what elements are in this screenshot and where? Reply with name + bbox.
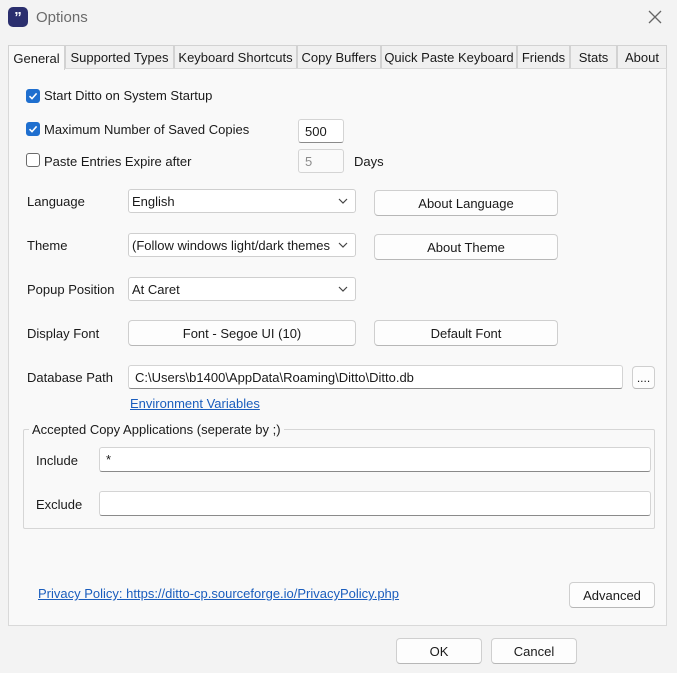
expire-label: Paste Entries Expire after (44, 154, 192, 169)
max-saved-label: Maximum Number of Saved Copies (44, 122, 250, 137)
ok-button[interactable]: OK (396, 638, 482, 664)
exclude-input[interactable] (99, 491, 651, 516)
default-font-button[interactable]: Default Font (374, 320, 558, 346)
start-on-startup-label: Start Ditto on System Startup (44, 88, 213, 103)
chevron-down-icon (338, 286, 348, 292)
advanced-button[interactable]: Advanced (569, 582, 655, 608)
font-button[interactable]: Font - Segoe UI (10) (128, 320, 356, 346)
tab-quick-paste-keyboard[interactable]: Quick Paste Keyboard (381, 45, 517, 69)
start-on-startup-checkbox[interactable] (26, 89, 40, 103)
database-path-input[interactable]: C:\Users\b1400\AppData\Roaming\Ditto\Dit… (128, 365, 623, 389)
expire-days-input[interactable]: 5 (298, 149, 344, 173)
tab-about[interactable]: About (617, 45, 667, 69)
chevron-down-icon (338, 198, 348, 204)
include-label: Include (36, 453, 78, 468)
include-input[interactable]: * (99, 447, 651, 472)
chevron-down-icon (338, 242, 348, 248)
theme-value: (Follow windows light/dark themes (132, 237, 330, 253)
tab-keyboard-shortcuts[interactable]: Keyboard Shortcuts (174, 45, 297, 69)
exclude-label: Exclude (36, 497, 83, 512)
tab-copy-buffers[interactable]: Copy Buffers (297, 45, 381, 69)
environment-variables-link[interactable]: Environment Variables (130, 396, 260, 411)
about-theme-button[interactable]: About Theme (374, 234, 558, 260)
tab-supported-types[interactable]: Supported Types (65, 45, 174, 69)
max-saved-checkbox[interactable] (26, 122, 40, 136)
check-icon (28, 125, 38, 133)
tab-stats[interactable]: Stats (570, 45, 617, 69)
app-icon: ” (8, 7, 28, 27)
window-title: Options (36, 9, 88, 26)
about-language-button[interactable]: About Language (374, 190, 558, 216)
privacy-policy-link[interactable]: Privacy Policy: https://ditto-cp.sourcef… (38, 586, 399, 601)
expire-checkbox[interactable] (26, 153, 40, 167)
language-value: English (132, 193, 175, 209)
popup-position-label: Popup Position (27, 282, 115, 297)
popup-position-value: At Caret (132, 281, 180, 297)
popup-position-select[interactable]: At Caret (128, 277, 356, 301)
tab-general[interactable]: General (8, 45, 65, 70)
display-font-label: Display Font (27, 326, 100, 341)
browse-database-button[interactable]: .... (632, 366, 655, 389)
close-button[interactable] (641, 4, 669, 30)
theme-label: Theme (27, 238, 68, 253)
cancel-button[interactable]: Cancel (491, 638, 577, 664)
language-select[interactable]: English (128, 189, 356, 213)
expire-unit-label: Days (354, 154, 384, 169)
database-path-label: Database Path (27, 370, 114, 385)
accepted-apps-title: Accepted Copy Applications (seperate by … (29, 422, 284, 437)
max-saved-input[interactable]: 500 (298, 119, 344, 143)
tab-friends[interactable]: Friends (517, 45, 570, 69)
close-icon (648, 10, 662, 24)
check-icon (28, 92, 38, 100)
theme-select[interactable]: (Follow windows light/dark themes (128, 233, 356, 257)
language-label: Language (27, 194, 85, 209)
